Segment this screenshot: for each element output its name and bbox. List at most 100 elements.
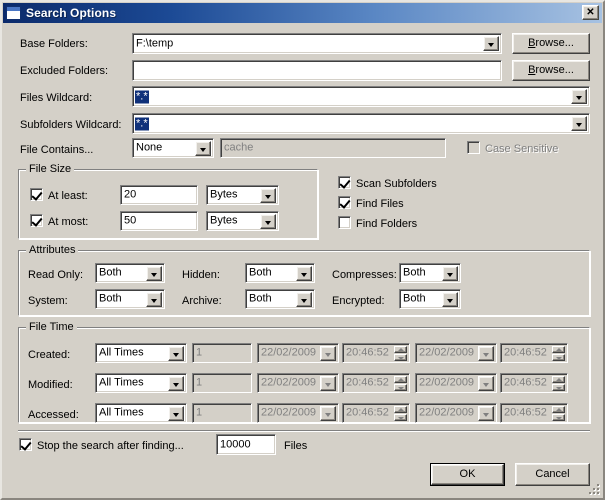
accessed-count-input[interactable]: 1 — [192, 403, 252, 423]
file-contains-mode-select[interactable]: None — [132, 138, 214, 158]
stop-search-checkbox[interactable] — [19, 438, 32, 451]
modified-date-to-picker[interactable]: 22/02/2009 — [415, 373, 497, 393]
chevron-down-icon[interactable] — [478, 346, 494, 361]
find-files-checkbox[interactable] — [338, 196, 351, 209]
files-wildcard-label: Files Wildcard: — [20, 92, 93, 104]
chevron-down-icon[interactable] — [442, 292, 458, 307]
stop-search-unit-label: Files — [284, 440, 308, 452]
hidden-select[interactable]: Both — [245, 263, 315, 283]
chevron-down-icon[interactable] — [296, 266, 312, 281]
modified-mode-select[interactable]: All Times — [95, 373, 187, 393]
files-wildcard-combo[interactable]: *.* — [132, 86, 590, 107]
compresses-select[interactable]: Both — [399, 263, 461, 283]
at-least-unit-select[interactable]: Bytes — [206, 185, 279, 205]
chevron-down-icon[interactable] — [483, 36, 499, 51]
modified-time-from-input[interactable]: 20:46:52 — [342, 373, 410, 393]
accessed-mode-value: All Times — [99, 406, 144, 419]
modified-date-from-picker[interactable]: 22/02/2009 — [257, 373, 339, 393]
stop-search-count-value: 10000 — [220, 438, 251, 450]
chevron-down-icon[interactable] — [168, 346, 184, 361]
subfolders-wildcard-value: *.* — [135, 117, 149, 130]
created-time-from-input[interactable]: 20:46:52 — [342, 343, 410, 363]
modified-time-from-stepper[interactable] — [394, 376, 407, 391]
attributes-caption: Attributes — [26, 244, 79, 257]
file-contains-text-input[interactable]: cache — [220, 138, 446, 158]
compresses-value: Both — [403, 266, 426, 279]
modified-mode-value: All Times — [99, 376, 144, 389]
resize-grip[interactable] — [588, 483, 601, 496]
scan-subfolders-checkbox[interactable] — [338, 176, 351, 189]
base-folders-combo[interactable]: F:\temp — [132, 33, 502, 54]
system-select[interactable]: Both — [95, 289, 165, 309]
chevron-down-icon[interactable] — [146, 292, 162, 307]
modified-date-to-value: 22/02/2009 — [419, 376, 475, 389]
ok-button-label: OK — [431, 464, 504, 485]
chevron-down-icon[interactable] — [478, 376, 494, 391]
file-size-caption: File Size — [26, 163, 75, 176]
case-sensitive-checkbox[interactable] — [467, 141, 480, 154]
created-time-to-input[interactable]: 20:46:52 — [500, 343, 568, 363]
browse-base-folders-button[interactable]: Browse... — [512, 33, 590, 54]
subfolders-wildcard-combo[interactable]: *.* — [132, 113, 590, 134]
accessed-time-from-stepper[interactable] — [394, 406, 407, 421]
created-time-from-stepper[interactable] — [394, 346, 407, 361]
modified-count-input[interactable]: 1 — [192, 373, 252, 393]
accessed-date-to-value: 22/02/2009 — [419, 406, 475, 419]
modified-count-value: 1 — [196, 376, 203, 389]
modified-time-to-input[interactable]: 20:46:52 — [500, 373, 568, 393]
title-bar[interactable]: Search Options ✕ — [3, 3, 602, 23]
chevron-down-icon[interactable] — [195, 141, 211, 156]
chevron-down-icon[interactable] — [320, 406, 336, 421]
chevron-down-icon[interactable] — [168, 406, 184, 421]
close-icon[interactable]: ✕ — [582, 5, 599, 20]
at-most-unit-select[interactable]: Bytes — [206, 211, 279, 231]
cancel-button-label: Cancel — [535, 468, 570, 480]
chevron-down-icon[interactable] — [478, 406, 494, 421]
accessed-mode-select[interactable]: All Times — [95, 403, 187, 423]
encrypted-value: Both — [403, 292, 426, 305]
accessed-date-from-value: 22/02/2009 — [261, 406, 317, 419]
base-folders-value: F:\temp — [136, 37, 174, 49]
created-count-input[interactable]: 1 — [192, 343, 252, 363]
chevron-down-icon[interactable] — [320, 376, 336, 391]
archive-select[interactable]: Both — [245, 289, 315, 309]
encrypted-label: Encrypted: — [332, 295, 385, 307]
created-date-from-picker[interactable]: 22/02/2009 — [257, 343, 339, 363]
chevron-down-icon[interactable] — [168, 376, 184, 391]
cancel-button[interactable]: Cancel — [515, 463, 590, 486]
accessed-date-to-picker[interactable]: 22/02/2009 — [415, 403, 497, 423]
chevron-down-icon[interactable] — [146, 266, 162, 281]
chevron-down-icon[interactable] — [571, 89, 587, 104]
created-date-to-picker[interactable]: 22/02/2009 — [415, 343, 497, 363]
chevron-down-icon[interactable] — [442, 266, 458, 281]
excluded-folders-input[interactable] — [132, 60, 502, 81]
browse-excluded-folders-button[interactable]: Browse... — [512, 60, 590, 81]
created-time-to-stepper[interactable] — [552, 346, 565, 361]
at-least-input[interactable]: 20 — [120, 185, 198, 205]
chevron-down-icon[interactable] — [320, 346, 336, 361]
accessed-date-from-picker[interactable]: 22/02/2009 — [257, 403, 339, 423]
hidden-value: Both — [249, 266, 272, 279]
modified-time-to-stepper[interactable] — [552, 376, 565, 391]
modified-time-from-value: 20:46:52 — [346, 376, 389, 389]
accessed-time-from-input[interactable]: 20:46:52 — [342, 403, 410, 423]
created-mode-select[interactable]: All Times — [95, 343, 187, 363]
modified-time-to-value: 20:46:52 — [504, 376, 547, 389]
encrypted-select[interactable]: Both — [399, 289, 461, 309]
at-least-checkbox[interactable] — [30, 188, 43, 201]
chevron-down-icon[interactable] — [571, 116, 587, 131]
stop-search-count-input[interactable]: 10000 — [216, 434, 276, 455]
at-most-checkbox[interactable] — [30, 214, 43, 227]
at-most-input[interactable]: 50 — [120, 211, 198, 231]
archive-label: Archive: — [182, 295, 222, 307]
read-only-value: Both — [99, 266, 122, 279]
stop-search-label: Stop the search after finding... — [37, 440, 184, 452]
chevron-down-icon[interactable] — [260, 214, 276, 229]
chevron-down-icon[interactable] — [260, 188, 276, 203]
ok-button[interactable]: OK — [430, 463, 505, 486]
find-folders-checkbox[interactable] — [338, 216, 351, 229]
accessed-time-to-stepper[interactable] — [552, 406, 565, 421]
accessed-time-to-input[interactable]: 20:46:52 — [500, 403, 568, 423]
read-only-select[interactable]: Both — [95, 263, 165, 283]
chevron-down-icon[interactable] — [296, 292, 312, 307]
